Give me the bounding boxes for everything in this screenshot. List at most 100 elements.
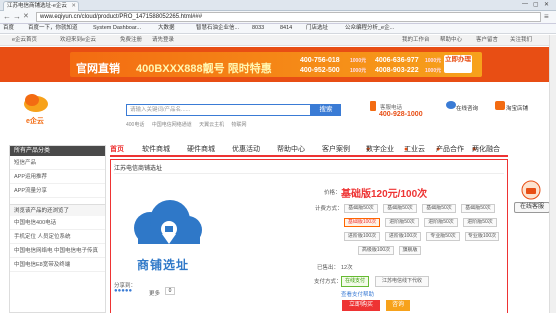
sidebar-title: 所有产品分类 [10,146,105,156]
menu-home[interactable]: 首页 [110,145,124,155]
browser-tabbar: 江苏电信商铺选址-e企云 ✕ — ▢ ✕ [0,0,556,11]
banner-number: 400-756-018 [300,57,340,64]
tab-title: 江苏电信商铺选址-e企云 [7,3,67,9]
logo-text[interactable]: e企云 [26,116,44,126]
pay-label: 支付方式： [314,279,342,285]
product-title: 江苏电信商铺选址 [114,166,163,172]
search-button[interactable]: 搜索 [311,104,341,116]
pay-help-link[interactable]: 查看支付帮助 [341,290,374,298]
menu-cases[interactable]: 客户案例 [322,145,350,155]
banner-price: 1000元 [425,58,442,64]
forward-icon[interactable]: → [13,12,21,21]
online-service-widget[interactable]: 在线客服 [512,180,552,225]
recent-item[interactable]: 中国电信400电话 [10,216,105,230]
banner-number: 400-952-500 [300,67,340,74]
site-top-nav: e企云首页 欢迎来到e企云 免费注册 请先登录 我的工作台 帮助中心 客户留言 … [0,35,556,46]
hot-keyword[interactable]: 400电话 [126,122,144,128]
product-panel: 江苏电信商铺选址 商铺选址 分享到： ●●●●● 更多 0 价格： 基础版120… [110,159,508,313]
online-service-link[interactable]: 在线咨询 [456,104,478,112]
plan-option[interactable]: 进阶版50次 [424,218,458,227]
feedback-link[interactable]: 客户留言 [476,35,498,45]
share-icons[interactable]: ●●●●● [114,288,132,294]
sidebar-item[interactable]: 短信产品 [10,156,105,170]
price-label: 价格： [324,190,341,196]
menu-promotions[interactable]: 优惠活动 [232,145,260,155]
consult-button[interactable]: 咨询 [386,300,410,311]
product-image-caption: 商铺选址 [137,258,190,272]
page-scrollbar[interactable] [549,35,556,313]
banner-number: 4008-903-222 [375,67,419,74]
search-input[interactable]: 请输入关键词/产品名...... [126,104,311,116]
divider [114,173,504,174]
buy-now-button[interactable]: 立即购买 [342,300,380,311]
banner-price: 1000元 [350,68,367,74]
phone-label: 客服电话 [380,105,403,111]
phone-icon [370,101,376,111]
home-link[interactable]: e企云首页 [12,35,37,45]
back-icon[interactable]: ← [3,12,11,21]
plan-option[interactable]: 专业版100次 [465,232,499,241]
menu-software[interactable]: 软件商城 [142,145,170,155]
sidebar-item[interactable]: APP运用推荐 [10,170,105,184]
workbench-link[interactable]: 我的工作台 [402,35,430,45]
main-menu: 首页 软件商城 硬件商城 优惠活动 帮助中心 客户案例 ● 数字企业 ● 工业云… [110,145,508,157]
plan-option[interactable]: 进阶版50次 [463,218,497,227]
hot-keyword[interactable]: 天翼云主机 [199,122,224,128]
sold-label: 已售出： [317,265,340,271]
online-service-button[interactable]: 在线客服 [514,202,550,213]
chat-icon [446,101,456,109]
maximize-icon[interactable]: ▢ [533,1,539,8]
banner-title: 官网直销 [76,63,120,75]
plan-option-selected[interactable]: 基础版100次 [344,218,380,227]
plan-option[interactable]: 旗舰版 [399,246,421,255]
minimize-icon[interactable]: — [522,1,528,7]
banner-price: 1000元 [425,68,442,74]
reload-icon[interactable]: ✕ [23,12,29,20]
banner-subtitle: 400BXXX888靓号 限时特惠 [136,63,272,75]
plan-option[interactable]: 基础版50次 [344,204,378,213]
sidebar-item[interactable]: APP流量分享 [10,184,105,198]
bookmarks-bar: 百度 百度一下，你就知道 System Dashboar... 大数据 智慧石油… [0,24,556,34]
hot-keyword[interactable]: 物联网 [232,122,247,128]
share-count: 0 [165,287,175,295]
plan-option[interactable]: 高级版100次 [358,246,394,255]
promo-banner-inner [70,52,482,77]
plan-label: 计费方式： [315,206,343,212]
recent-item[interactable]: 中国电信E8宽带及终端 [10,258,105,272]
help-link[interactable]: 帮助中心 [440,35,462,45]
follow-link[interactable]: 关注我们 [510,35,532,45]
category-sidebar: 所有产品分类 短信产品 APP运用推荐 APP流量分享 浏览该产品的还浏览了 中… [9,145,106,313]
login-link[interactable]: 请先登录 [152,35,174,45]
menu-help[interactable]: 帮助中心 [277,145,305,155]
recent-item[interactable]: 手机定位 人员定位系统 [10,230,105,244]
url-input[interactable]: www.eqiyun.cn/cloud/product/PRO_14715880… [36,12,541,22]
share-more[interactable]: 更多 [149,289,160,297]
browser-tab[interactable]: 江苏电信商铺选址-e企云 ✕ [3,1,79,11]
banner-price: 1000元 [350,58,367,64]
plan-option[interactable]: 专业版50次 [426,232,460,241]
close-window-icon[interactable]: ✕ [544,1,549,8]
address-bar-row: ← → ✕ www.eqiyun.cn/cloud/product/PRO_14… [0,11,556,24]
menu-icon[interactable]: ≡ [544,12,549,21]
recent-title: 浏览该产品的还浏览了 [10,204,105,216]
hot-keyword[interactable]: 中国电信网络通道 [152,122,192,128]
banner-cta-button[interactable]: 立即办理 [444,55,472,73]
logo-icon [24,94,48,112]
pay-offline-option[interactable]: 江苏电信线下代收 [375,276,429,287]
register-link[interactable]: 免费注册 [120,35,142,45]
promo-banner[interactable]: 官网直销 400BXXX888靓号 限时特惠 400-756-018 400-9… [0,47,556,82]
sold-count: 12次 [341,265,353,271]
plan-option[interactable]: 进阶版100次 [344,232,380,241]
plan-option[interactable]: 基础版50次 [383,204,417,213]
banner-number: 4006-636-977 [375,57,419,64]
close-tab-icon[interactable]: ✕ [71,2,76,11]
hot-keywords: 400电话 中国电信网络通道 天翼云主机 物联网 [126,121,253,128]
recent-item[interactable]: 中国电信网络电 中国电信电子传真 [10,244,105,258]
plan-option[interactable]: 进阶版50次 [385,218,419,227]
pay-online-option[interactable]: 在线支付 [341,276,369,287]
plan-option[interactable]: 进阶版100次 [385,232,421,241]
plan-option[interactable]: 基础版50次 [422,204,456,213]
menu-hardware[interactable]: 硬件商城 [187,145,215,155]
plan-option[interactable]: 基础版50次 [461,204,495,213]
taobao-store-link[interactable]: 淘宝店铺 [506,104,528,112]
